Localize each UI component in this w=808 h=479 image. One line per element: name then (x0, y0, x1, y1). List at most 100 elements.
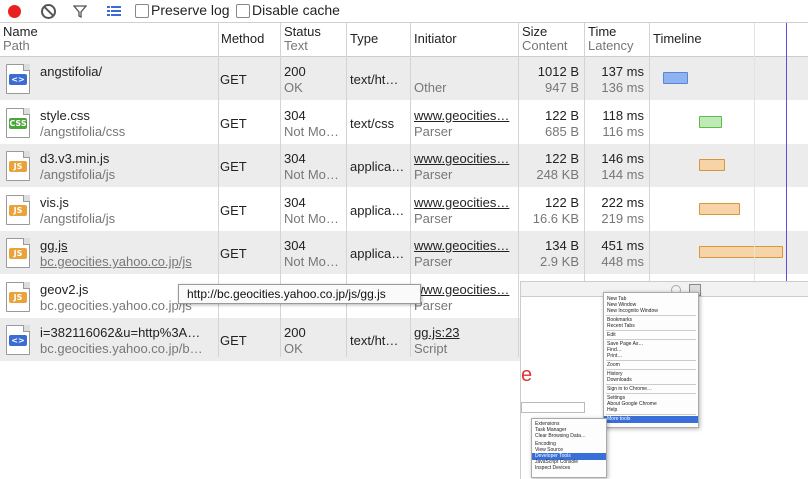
request-initiator[interactable]: www.geocities… (414, 108, 516, 123)
request-name[interactable]: d3.v3.min.js (40, 151, 216, 166)
table-row[interactable]: <> angstifolia/GET 200 OK text/ht… Other 1012 … (0, 57, 808, 100)
request-type: applica… (350, 159, 405, 174)
chrome-menu-item[interactable]: Print… (607, 353, 622, 360)
more-tools-submenu: Extensions Task Manager Clear Browsing Dat… (531, 418, 607, 478)
request-path: bc.geocities.yahoo.co.jp/js (40, 254, 192, 269)
chrome-menu-item[interactable]: New Incognito Window (607, 308, 658, 315)
record-icon[interactable] (6, 3, 22, 19)
request-type: applica… (350, 202, 405, 218)
chrome-menu-item[interactable]: Zoom (607, 362, 620, 369)
url-tooltip: http://bc.geocities.yahoo.co.jp/js/gg.js (178, 284, 421, 304)
request-initiator-type: Parser (414, 167, 453, 182)
request-size: 134 B (545, 238, 579, 253)
header-timeline-label: Timeline (653, 31, 702, 46)
network-toolbar: Preserve log Disable cache (0, 0, 808, 23)
menu-separator (606, 393, 696, 394)
submenu-item[interactable]: Clear Browsing Data… (535, 433, 586, 440)
request-initiator[interactable]: www.geocities… (414, 195, 516, 210)
column-header-type[interactable]: Type (347, 23, 410, 56)
request-status-text: OK (284, 80, 303, 95)
header-initiator-label: Initiator (414, 31, 457, 46)
menu-separator (606, 339, 696, 340)
submenu-item[interactable]: Inspect Devices (535, 465, 570, 472)
request-time: 451 ms (601, 238, 644, 253)
column-divider (518, 23, 519, 357)
chrome-menu-item[interactable]: Recent Tabs (607, 323, 635, 330)
request-name[interactable]: i=382116062&u=http%3A… (40, 325, 216, 340)
request-path: bc.geocities.yahoo.co.jp/b… (40, 341, 203, 356)
header-latency-label: Latency (588, 38, 634, 53)
column-header-initiator[interactable]: Initiator (411, 23, 518, 56)
disable-cache-label: Disable cache (252, 2, 340, 18)
html-file-icon: <> (6, 64, 30, 94)
header-time-label: Time (588, 24, 617, 39)
request-name[interactable]: style.css (40, 108, 216, 123)
list-view-icon[interactable] (106, 3, 122, 19)
column-header-name[interactable]: Name Path (0, 23, 218, 56)
request-status-text: Not Mo… (284, 254, 339, 269)
request-initiator-type: Script (414, 341, 448, 356)
chrome-main-menu: New Tab New Window New Incognito Window Boo… (603, 292, 699, 428)
column-header-method[interactable]: Method (218, 23, 280, 56)
request-initiator-type: Parser (414, 210, 453, 226)
request-name[interactable]: angstifolia/ (40, 64, 216, 79)
request-path: /angstifolia/css (40, 123, 126, 139)
table-row[interactable]: JS gg.js bc.geocities.yahoo.co.jp/js GET 304… (0, 231, 808, 274)
header-status-label: Status (284, 24, 321, 39)
request-initiator[interactable]: www.geocities… (414, 151, 516, 166)
request-status-text: OK (284, 341, 303, 356)
request-method: GET (220, 159, 247, 174)
request-initiator[interactable]: gg.js:23 (414, 325, 516, 340)
chrome-menu-item[interactable]: Help (607, 407, 617, 414)
menu-separator (606, 384, 696, 385)
header-path-label: Path (3, 38, 30, 53)
column-divider (280, 23, 281, 357)
column-header-timeline[interactable]: Timeline (650, 23, 808, 56)
request-status: 304 (284, 107, 306, 123)
chrome-menu-item[interactable]: More tools (604, 416, 698, 423)
clear-icon[interactable] (40, 3, 56, 19)
timeline-bar[interactable] (663, 72, 688, 84)
menu-separator (606, 360, 696, 361)
request-time: 222 ms (601, 194, 644, 210)
table-header: Name Path Method Status Text Type Initia… (0, 23, 808, 57)
request-size: 122 B (545, 107, 579, 123)
menu-separator (606, 330, 696, 331)
timeline-bar[interactable] (698, 202, 741, 215)
request-initiator[interactable]: www.geocities… (414, 282, 516, 297)
column-divider (346, 23, 347, 357)
column-header-size[interactable]: Size Content (519, 23, 584, 56)
table-row[interactable]: JS d3.v3.min.js/angstifolia/js GET 304 Not M… (0, 144, 808, 187)
request-latency: 448 ms (601, 254, 644, 269)
request-latency: 116 ms (602, 123, 644, 139)
request-time: 137 ms (601, 64, 644, 79)
preserve-log-checkbox[interactable] (135, 4, 149, 18)
timeline-bar[interactable] (698, 246, 784, 258)
js-file-icon: JS (6, 151, 30, 181)
request-size: 122 B (545, 194, 579, 210)
request-name[interactable]: gg.js (40, 238, 216, 253)
html-file-icon: <> (6, 325, 30, 355)
request-status: 200 (284, 64, 306, 79)
chrome-menu-item[interactable]: Edit (607, 332, 616, 339)
css-file-icon: CSS (6, 107, 30, 138)
chrome-menu-item[interactable]: Downloads (607, 377, 632, 384)
column-divider (410, 23, 411, 357)
filter-icon[interactable] (72, 3, 88, 19)
request-method: GET (220, 115, 247, 131)
preview-page-fragment: e (521, 364, 533, 386)
request-latency: 136 ms (601, 80, 644, 95)
header-method-label: Method (221, 31, 265, 46)
table-row[interactable]: CSS style.css/angstifolia/css GET 304 Not Mo… (0, 100, 808, 144)
request-name[interactable]: vis.js (40, 195, 216, 210)
disable-cache-checkbox[interactable] (236, 4, 250, 18)
column-header-status[interactable]: Status Text (281, 23, 346, 56)
chrome-menu-item[interactable]: Sign in to Chrome… (607, 386, 652, 393)
column-header-time[interactable]: Time Latency (585, 23, 648, 56)
table-row[interactable]: JS vis.js/angstifolia/js GET 304 Not Mo… appl… (0, 187, 808, 231)
header-text-label: Text (284, 38, 308, 53)
request-latency: 144 ms (601, 167, 644, 182)
timeline-bar[interactable] (698, 115, 722, 128)
timeline-bar[interactable] (698, 159, 725, 171)
request-initiator[interactable]: www.geocities… (414, 238, 516, 253)
